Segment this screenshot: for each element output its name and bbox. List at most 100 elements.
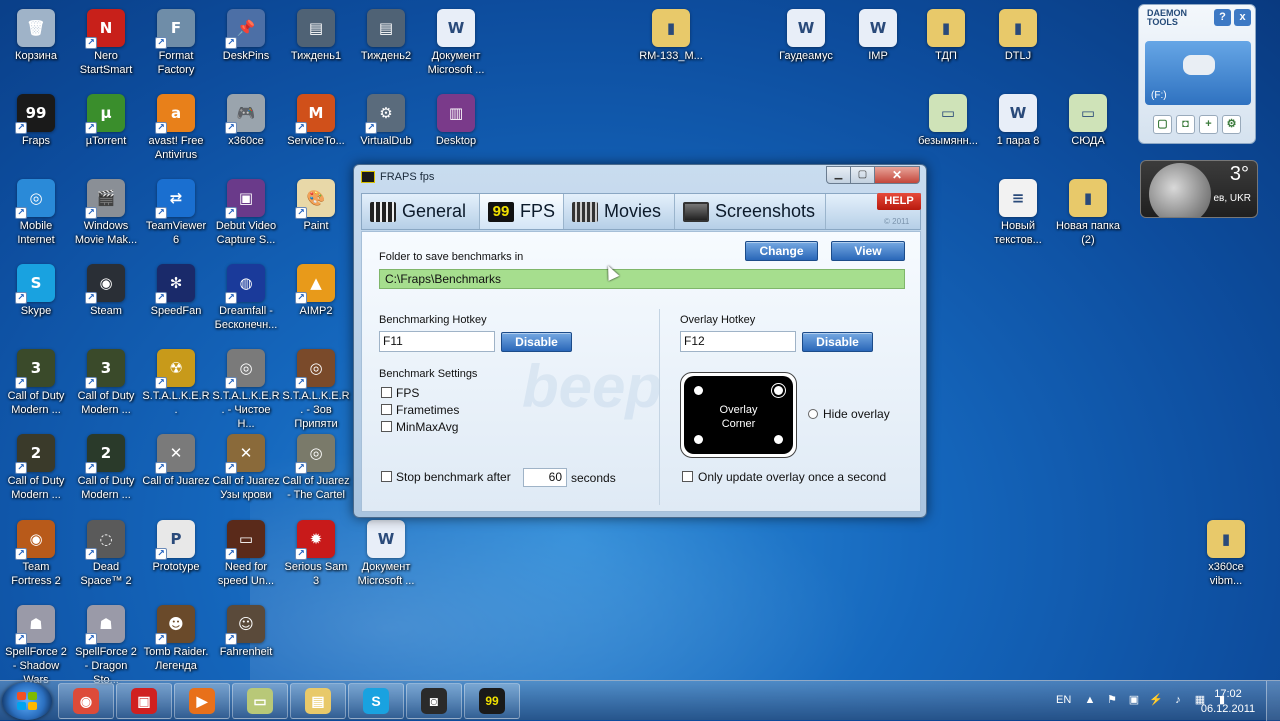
help-icon[interactable]: ?	[1214, 9, 1231, 26]
taskbar-button[interactable]: S	[348, 683, 404, 719]
desktop-icon[interactable]: 🎨 ↗ Paint	[281, 173, 351, 257]
desktop-icon[interactable]: ⚙ ↗ VirtualDub	[351, 88, 421, 172]
benchmark-folder-field[interactable]: C:\Fraps\Benchmarks	[379, 269, 905, 289]
desktop-icon[interactable]: W Гаудеамус	[771, 3, 841, 87]
fraps-titlebar[interactable]: FRAPS fps ▁ ▢ ✕	[354, 165, 926, 189]
taskbar-button[interactable]: ▶	[174, 683, 230, 719]
desktop-icon[interactable]: ☗↗SpellForce 2 - Shadow Wars	[1, 599, 71, 686]
desktop-icon[interactable]: ✕ ↗ Call of Juarez	[141, 428, 211, 512]
desktop-icon[interactable]: 3 ↗ Call of Duty Modern ...	[71, 343, 141, 427]
add-drive-icon[interactable]: +	[1199, 115, 1218, 134]
desktop-icon[interactable]: ▣ ↗ Debut Video Capture S...	[211, 173, 281, 257]
frametimes-checkbox[interactable]	[381, 404, 392, 415]
desktop-icon[interactable]: ▮ DTLJ	[983, 3, 1053, 87]
volume-icon[interactable]: ♪	[1171, 693, 1185, 707]
usb-icon[interactable]: ⚡	[1149, 693, 1163, 707]
desktop-icon[interactable]: S ↗ Skype	[1, 258, 71, 342]
desktop-icon[interactable]: µ ↗ µTorrent	[71, 88, 141, 172]
desktop-icon[interactable]: ◎ ↗ S.T.A.L.K.E.R. - Чистое Н...	[211, 343, 281, 430]
taskbar-button[interactable]: ▤	[290, 683, 346, 719]
overlay-hotkey-input[interactable]: F12	[680, 331, 796, 352]
action-center-flag-icon[interactable]: ⚑	[1105, 693, 1119, 707]
update-overlay-checkbox[interactable]	[682, 471, 693, 482]
taskbar-button[interactable]: ◙	[406, 683, 462, 719]
desktop-icon[interactable]: ▲ ↗ AIMP2	[281, 258, 351, 342]
view-folder-button[interactable]: View	[831, 241, 905, 261]
taskbar-button[interactable]: ▭	[232, 683, 288, 719]
desktop-icon[interactable]: ▮ x360ce vibm...	[1191, 514, 1261, 598]
desktop-icon[interactable]: ▭ безымянн...	[913, 88, 983, 172]
tab-fps[interactable]: 99 FPS	[480, 194, 564, 229]
tab-movies[interactable]: Movies	[564, 194, 675, 229]
desktop-icon[interactable]: W 1 пара 8	[983, 88, 1053, 172]
desktop-icon[interactable]: 🎮 ↗ x360ce	[211, 88, 281, 172]
desktop-icon[interactable]: 3 ↗ Call of Duty Modern ...	[1, 343, 71, 427]
overlay-corner-bottom-left[interactable]	[694, 435, 703, 444]
taskbar-button[interactable]: ◉	[58, 683, 114, 719]
desktop-icon[interactable]: 📌 ↗ DeskPins	[211, 3, 281, 87]
desktop-icon[interactable]: ◉ ↗ Team Fortress 2	[1, 514, 71, 598]
desktop-icon[interactable]: ◎ ↗ Mobile Internet	[1, 173, 71, 257]
desktop-icon[interactable]: M ↗ ServiceTo...	[281, 88, 351, 172]
desktop-icon[interactable]: ☗↗SpellForce 2 - Dragon Sto...	[71, 599, 141, 686]
desktop-icon[interactable]: N ↗ Nero StartSmart	[71, 3, 141, 87]
desktop-icon[interactable]: ▮ ТДП	[911, 3, 981, 87]
close-button[interactable]: ✕	[874, 166, 920, 184]
desktop-icon[interactable]: 99 ↗ Fraps	[1, 88, 71, 172]
overlay-corner-top-right[interactable]	[774, 386, 783, 395]
overlay-corner-selector[interactable]: Overlay Corner	[680, 372, 797, 458]
virtual-drive[interactable]: (F:)	[1145, 41, 1251, 105]
settings-icon[interactable]: ⚙	[1222, 115, 1241, 134]
taskbar-button[interactable]: 99	[464, 683, 520, 719]
desktop-icon[interactable]: 2 ↗ Call of Duty Modern ...	[1, 428, 71, 512]
desktop-icon[interactable]: ◎ ↗ Call of Juarez - The Cartel	[281, 428, 351, 512]
desktop-icon[interactable]: ▭ ↗ Need for speed Un...	[211, 514, 281, 598]
maximize-button[interactable]: ▢	[850, 166, 875, 184]
desktop-icon[interactable]: ✻ ↗ SpeedFan	[141, 258, 211, 342]
desktop-icon[interactable]: F ↗ Format Factory	[141, 3, 211, 87]
minmaxavg-checkbox[interactable]	[381, 421, 392, 432]
desktop-icon[interactable]: ☻ ↗ Tomb Raider. Легенда	[141, 599, 211, 683]
start-button[interactable]	[2, 682, 52, 720]
taskbar-button[interactable]: ▣	[116, 683, 172, 719]
overlay-corner-bottom-right[interactable]	[774, 435, 783, 444]
desktop-icon[interactable]: 2 ↗ Call of Duty Modern ...	[71, 428, 141, 512]
desktop-icon[interactable]: ▤ Тиждень1	[281, 3, 351, 87]
minimize-button[interactable]: ▁	[826, 166, 851, 184]
hide-overlay-radio[interactable]	[808, 409, 818, 419]
desktop-icon[interactable]: P ↗ Prototype	[141, 514, 211, 598]
show-hidden-icons-icon[interactable]: ▲	[1083, 693, 1097, 707]
lock-icon[interactable]: ◘	[1176, 115, 1195, 134]
change-folder-button[interactable]: Change	[745, 241, 818, 261]
show-desktop-button[interactable]	[1266, 681, 1280, 721]
stop-benchmark-seconds-input[interactable]: 60	[523, 468, 567, 487]
daemon-tools-gadget[interactable]: DAEMON TOOLS ? x (F:) ▢ ◘ + ⚙	[1138, 4, 1256, 144]
desktop-icon[interactable]: 🎬 ↗ Windows Movie Mak...	[71, 173, 141, 257]
desktop-icon[interactable]: ◌ ↗ Dead Space™ 2	[71, 514, 141, 598]
fps-checkbox[interactable]	[381, 387, 392, 398]
desktop-icon[interactable]: ☢ ↗ S.T.A.L.K.E.R.	[141, 343, 211, 427]
desktop-icon[interactable]: W Документ Microsoft ...	[421, 3, 491, 87]
benchmark-hotkey-input[interactable]: F11	[379, 331, 495, 352]
close-icon[interactable]: x	[1234, 9, 1251, 26]
tab-screenshots[interactable]: Screenshots	[675, 194, 826, 229]
desktop-icon[interactable]: ✕ ↗ Call of Juarez Узы крови	[211, 428, 281, 512]
help-button[interactable]: HELP	[877, 193, 921, 210]
overlay-corner-top-left[interactable]	[694, 386, 703, 395]
weather-gadget[interactable]: 3° ев, UKR	[1140, 160, 1258, 218]
desktop-icon[interactable]: ▮ Новая папка (2)	[1053, 173, 1123, 257]
desktop-icon[interactable]: W Документ Microsoft ...	[351, 514, 421, 598]
desktop-icon[interactable]: a ↗ avast! Free Antivirus	[141, 88, 211, 172]
benchmark-disable-button[interactable]: Disable	[501, 332, 572, 352]
desktop-icon[interactable]: ⇄ ↗ TeamViewer 6	[141, 173, 211, 257]
desktop-icon[interactable]: ▤ Тиждень2	[351, 3, 421, 87]
desktop-icon[interactable]: ◍ ↗ Dreamfall - Бесконечн...	[211, 258, 281, 342]
camera-tray-icon[interactable]: ▣	[1127, 693, 1141, 707]
desktop-icon[interactable]: ◎ ↗ S.T.A.L.K.E.R. - Зов Припяти	[281, 343, 351, 430]
desktop-icon[interactable]: ≡ Новый текстов...	[983, 173, 1053, 257]
desktop-icon[interactable]: W IMP	[843, 3, 913, 87]
desktop-icon[interactable]: ◉ ↗ Steam	[71, 258, 141, 342]
desktop-icon[interactable]: ▭ СЮДА	[1053, 88, 1123, 172]
language-indicator[interactable]: EN	[1056, 694, 1071, 706]
desktop-icon[interactable]: 🗑 Корзина	[1, 3, 71, 87]
